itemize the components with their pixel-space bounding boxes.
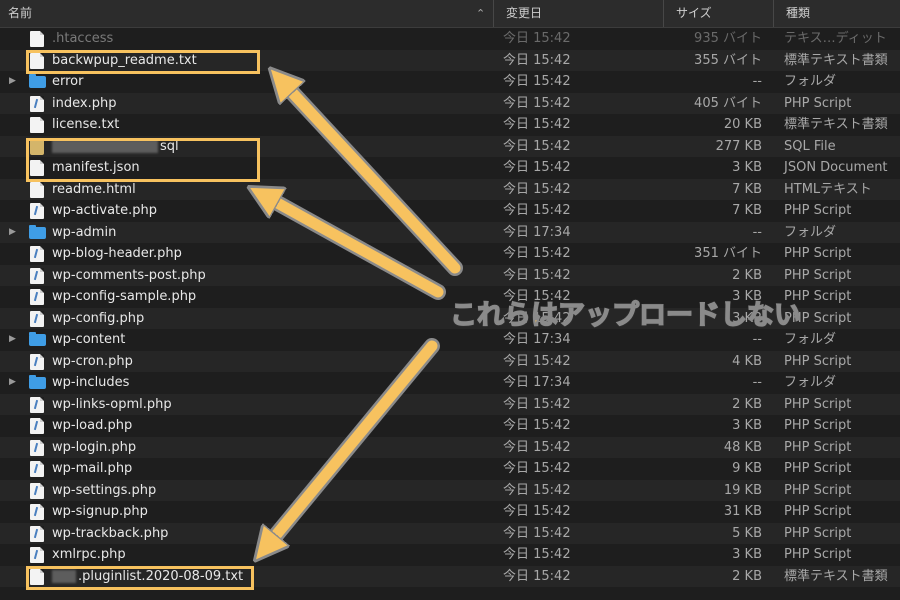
- annotation-callout: これらはアップロードしない: [449, 299, 802, 332]
